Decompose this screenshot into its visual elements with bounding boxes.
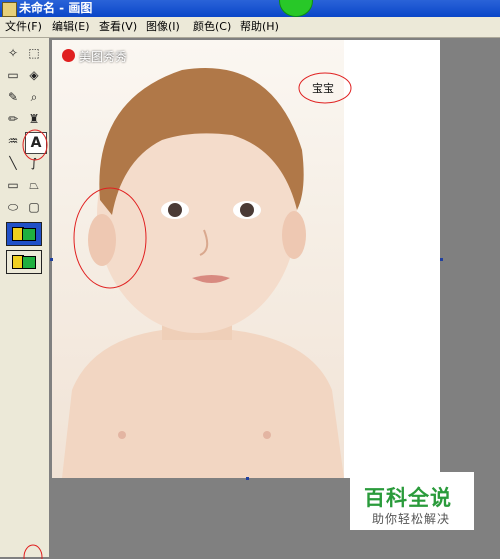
rectangle-tool-icon[interactable]: ▭: [4, 176, 22, 194]
menu-view[interactable]: 查看(V): [99, 17, 137, 37]
polygon-tool-icon[interactable]: ⏢: [25, 176, 43, 194]
watermark-main-text: 百科全说: [364, 486, 452, 510]
menu-bar: 文件(F) 编辑(E) 查看(V) 图像(I) 颜色(C) 帮助(H): [0, 17, 500, 38]
resize-handle-right[interactable]: [440, 258, 443, 261]
green-circle-icon: [279, 0, 313, 17]
magnifier-tool-icon[interactable]: ⌕: [25, 88, 43, 106]
menu-image[interactable]: 图像(I): [146, 17, 180, 37]
rect-select-tool-icon[interactable]: ⬚: [25, 44, 43, 62]
annotation-ellipse-caption: [298, 72, 352, 104]
annotation-ellipse-text-tool: [22, 129, 48, 161]
brush-tool-icon[interactable]: ♜: [25, 110, 43, 128]
window-title: 未命名 - 画图: [19, 1, 93, 15]
rounded-rectangle-tool-icon[interactable]: ▢: [25, 198, 43, 216]
pencil-tool-icon[interactable]: ✏: [4, 110, 22, 128]
watermark-box: 百科全说 助你轻松解决: [350, 472, 474, 530]
menu-colors[interactable]: 颜色(C): [193, 17, 231, 37]
eraser-tool-icon[interactable]: ▭: [4, 66, 22, 84]
color-picker-tool-icon[interactable]: ✎: [4, 88, 22, 106]
resize-handle-left[interactable]: [50, 258, 53, 261]
paint-app-icon: [2, 2, 17, 17]
airbrush-tool-icon[interactable]: ♒: [4, 132, 22, 150]
menu-help[interactable]: 帮助(H): [240, 17, 279, 37]
fill-tool-icon[interactable]: ◈: [25, 66, 43, 84]
toolbox: ✧ ⬚ ▭ ◈ ✎ ⌕ ✏ ♜ ♒ A ╲ ∫ ▭ ⏢ ⬭ ▢: [0, 38, 50, 559]
menu-edit[interactable]: 编辑(E): [52, 17, 90, 37]
line-tool-icon[interactable]: ╲: [4, 154, 22, 172]
meitu-logo-icon: [62, 49, 75, 62]
resize-handle-bottom[interactable]: [246, 477, 249, 480]
title-bar: 未命名 - 画图: [0, 0, 500, 17]
ellipse-tool-icon[interactable]: ⬭: [4, 198, 22, 216]
free-select-tool-icon[interactable]: ✧: [4, 44, 22, 62]
watermark-sub-text: 助你轻松解决: [372, 512, 451, 526]
meitu-logo-text: 美图秀秀: [79, 50, 128, 64]
annotation-ellipse-ear: [73, 187, 147, 289]
fill-option-transparent[interactable]: [6, 250, 42, 274]
fill-option-opaque[interactable]: [6, 222, 42, 246]
menu-file[interactable]: 文件(F): [5, 17, 42, 37]
